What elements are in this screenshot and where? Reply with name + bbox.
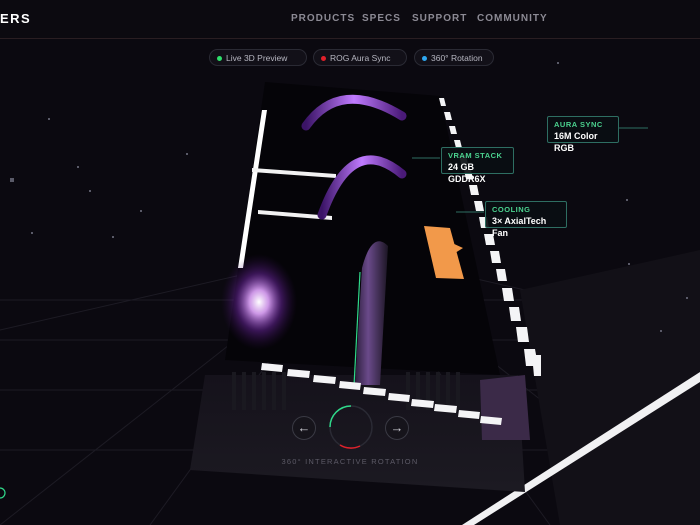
status-dot-green-icon [217, 56, 222, 61]
callout-aura-sync: AURA SYNC 16M Color RGB [547, 116, 619, 153]
status-dot-blue-icon [422, 56, 427, 61]
rotation-caption: 360° INTERACTIVE ROTATION [281, 457, 419, 466]
floor-plane-right [520, 250, 700, 525]
callout-value: 24 GB GDDR6X [448, 162, 486, 184]
top-nav: ERS PRODUCTS SPECS SUPPORT COMMUNITY [0, 0, 700, 39]
arrow-left-icon: ← [297, 420, 311, 435]
arrow-right-icon: → [390, 420, 404, 435]
rotate-prev-button[interactable]: ← [292, 416, 316, 440]
callout-vram-stack: VRAM STACK 24 GB GDDR6X [441, 147, 514, 184]
gpu-base-side [480, 375, 530, 440]
edge-indicator [0, 487, 6, 499]
callout-key: COOLING [492, 205, 531, 214]
rotate-next-button[interactable]: → [385, 416, 409, 440]
callout-key: AURA SYNC [554, 120, 603, 129]
brand-logo-text[interactable]: ERS [0, 11, 31, 26]
nav-specs[interactable]: SPECS [362, 13, 401, 24]
badge-rotation: 360° Rotation [414, 49, 494, 66]
nav-community[interactable]: COMMUNITY [477, 13, 548, 24]
callout-cooling: COOLING 3× AxialTech Fan [485, 201, 567, 238]
badge-label: 360° Rotation [431, 53, 483, 63]
badge-label: ROG Aura Sync [330, 53, 391, 63]
nav-products[interactable]: PRODUCTS [291, 13, 355, 24]
scene-3d-viewport[interactable] [0, 0, 700, 525]
badge-aura-sync: ROG Aura Sync [313, 49, 407, 66]
badge-live-preview: Live 3D Preview [209, 49, 307, 66]
status-dot-red-icon [321, 56, 326, 61]
callout-value: 16M Color RGB [554, 131, 598, 153]
callout-value: 3× AxialTech Fan [492, 216, 547, 238]
gpu-base-slab [190, 375, 525, 492]
badge-label: Live 3D Preview [226, 53, 288, 63]
callout-key: VRAM STACK [448, 151, 503, 160]
nav-support[interactable]: SUPPORT [412, 13, 467, 24]
rgb-glow [221, 254, 297, 350]
